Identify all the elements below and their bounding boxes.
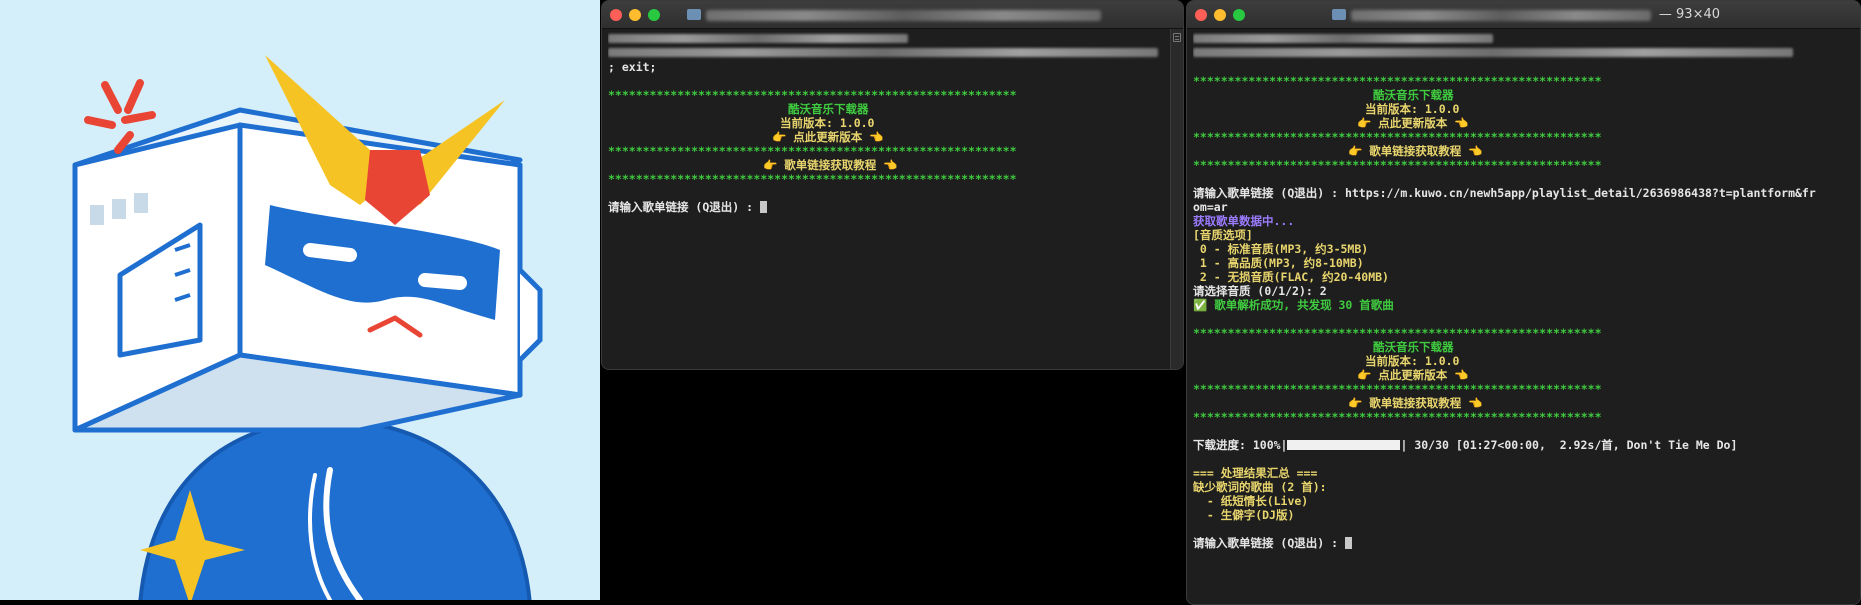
missing-lyrics-item: - 生僻字(DJ版) [1193, 508, 1295, 522]
update-link[interactable]: 👉 点此更新版本 👈 [608, 130, 1183, 144]
tutorial-link[interactable]: 👉 歌单链接获取教程 👈 [1193, 396, 1860, 410]
prompt-text: 请输入歌单链接 (Q退出) : [608, 200, 760, 214]
folder-icon [687, 9, 701, 20]
progress-bar [1287, 440, 1401, 450]
parse-success: ✅ 歌单解析成功, 共发现 30 首歌曲 [1193, 298, 1394, 312]
title-blurred [1351, 10, 1651, 21]
terminal-window-right[interactable]: — 93×40 ********************************… [1186, 0, 1861, 605]
window-controls [1195, 9, 1245, 21]
app-name: 酷沃音乐下载器 [1373, 340, 1454, 354]
folder-icon [1332, 9, 1346, 20]
title-blurred [706, 10, 1101, 21]
terminal-window-left[interactable]: ; exit; ********************************… [601, 0, 1184, 370]
window-controls [610, 9, 660, 21]
quality-prompt: 请选择音质 (0/1/2): 2 [1193, 284, 1327, 298]
app-name: 酷沃音乐下载器 [788, 102, 869, 116]
banner-stars: ****************************************… [1193, 326, 1602, 340]
scroll-grip-icon[interactable] [1173, 33, 1181, 42]
close-icon[interactable] [1195, 9, 1207, 21]
terminal-output: ; exit; ********************************… [602, 29, 1183, 214]
prompt-with-url: 请输入歌单链接 (Q退出) : https://m.kuwo.cn/newh5a… [1193, 186, 1816, 200]
quality-option-0: 0 - 标准音质(MP3, 约3-5MB) [1193, 242, 1369, 256]
blurred-text [608, 34, 908, 43]
summary-header: === 处理结果汇总 === [1193, 466, 1318, 480]
url-wrap: om=ar [1193, 200, 1228, 214]
prompt-text: 请输入歌单链接 (Q退出) : [1193, 536, 1345, 550]
update-link[interactable]: 👉 点此更新版本 👈 [1193, 116, 1860, 130]
fetching-status: 获取歌单数据中... [1193, 214, 1295, 228]
missing-lyrics-header: 缺少歌词的歌曲 (2 首): [1193, 480, 1327, 494]
zoom-icon[interactable] [648, 9, 660, 21]
app-name: 酷沃音乐下载器 [1373, 88, 1454, 102]
banner-stars: ****************************************… [1193, 74, 1602, 88]
title-bar[interactable] [602, 1, 1183, 29]
version-line: 当前版本: 1.0.0 [1365, 354, 1460, 368]
banner-stars: ****************************************… [1193, 158, 1602, 172]
window-size-label: — 93×40 [1658, 7, 1720, 22]
banner-stars: ****************************************… [608, 144, 1017, 158]
blurred-text [608, 48, 1158, 57]
input-prompt-line[interactable]: 请输入歌单链接 (Q退出) : [1193, 536, 1860, 550]
robot-mascot-icon [72, 55, 543, 600]
close-icon[interactable] [610, 9, 622, 21]
zoom-icon[interactable] [1233, 9, 1245, 21]
quality-option-1: 1 - 高品质(MP3, 约8-10MB) [1193, 256, 1364, 270]
progress-line: 下载进度: 100%| | 30/30 [01:27<00:00, 2.92s/首… [1193, 438, 1860, 452]
progress-prefix: 下载进度: 100%| [1193, 438, 1288, 452]
minimize-icon[interactable] [629, 9, 641, 21]
scrollbar[interactable] [1170, 29, 1183, 369]
version-line: 当前版本: 1.0.0 [780, 116, 875, 130]
missing-lyrics-item: - 纸短情长(Live) [1193, 494, 1309, 508]
banner-stars: ****************************************… [1193, 410, 1602, 424]
banner-stars: ****************************************… [1193, 382, 1602, 396]
text-cursor [759, 201, 767, 213]
minimize-icon[interactable] [1214, 9, 1226, 21]
title-bar[interactable]: — 93×40 [1187, 1, 1860, 29]
text-cursor [1344, 537, 1352, 549]
progress-suffix: | 30/30 [01:27<00:00, 2.92s/首, Don't Tie… [1400, 438, 1738, 452]
banner-stars: ****************************************… [608, 88, 1017, 102]
update-link[interactable]: 👉 点此更新版本 👈 [1193, 368, 1860, 382]
blurred-text [1193, 34, 1493, 43]
quality-option-2: 2 - 无损音质(FLAC, 约20-40MB) [1193, 270, 1389, 284]
banner-stars: ****************************************… [1193, 130, 1602, 144]
banner-stars: ****************************************… [608, 172, 1017, 186]
version-line: 当前版本: 1.0.0 [1365, 102, 1460, 116]
quality-header: [音质选项] [1193, 228, 1253, 242]
blurred-text [1193, 48, 1793, 57]
mascot-illustration [0, 0, 600, 600]
terminal-output: ****************************************… [1187, 29, 1860, 550]
tutorial-link[interactable]: 👉 歌单链接获取教程 👈 [1193, 144, 1860, 158]
tutorial-link[interactable]: 👉 歌单链接获取教程 👈 [608, 158, 1183, 172]
input-prompt-line[interactable]: 请输入歌单链接 (Q退出) : [608, 200, 1183, 214]
prev-command-tail: ; exit; [608, 60, 657, 74]
